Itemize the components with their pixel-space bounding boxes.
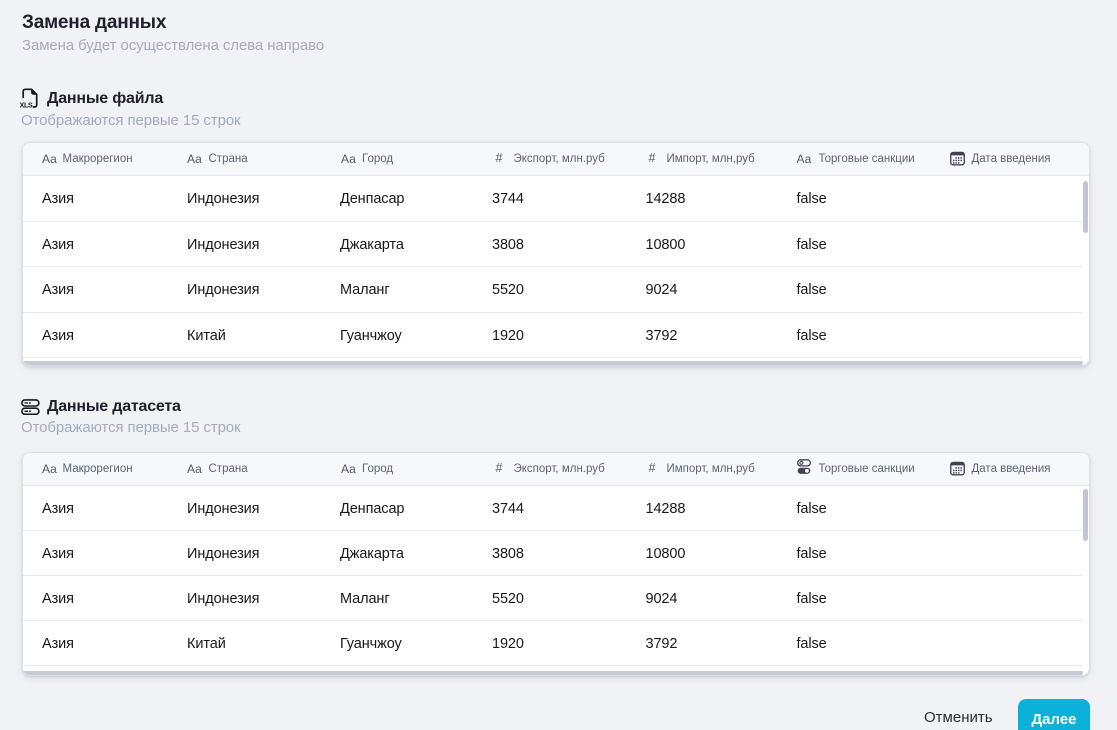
svg-text:XLS: XLS [20,102,33,108]
